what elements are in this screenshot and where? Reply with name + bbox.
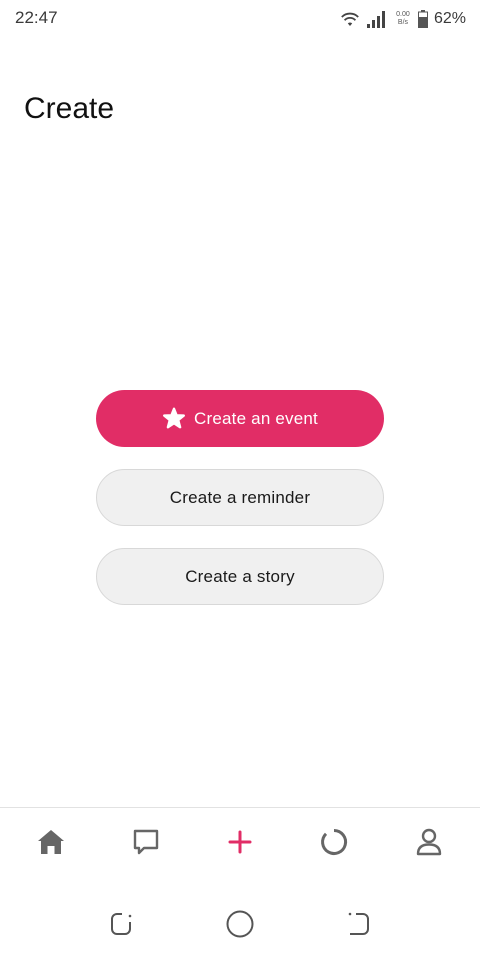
nav-home[interactable] (21, 815, 81, 875)
nav-chat[interactable] (116, 815, 176, 875)
system-nav (0, 892, 480, 960)
create-reminder-label: Create a reminder (169, 487, 311, 507)
wifi-icon (340, 11, 360, 27)
back-icon (343, 909, 373, 944)
nav-activity[interactable] (304, 815, 364, 875)
chat-icon (131, 827, 161, 862)
create-event-label: Create an event (194, 408, 318, 428)
system-back-button[interactable] (338, 906, 378, 946)
create-actions: Create an event Create a reminder Create… (96, 390, 384, 627)
battery-percent: 62% (433, 10, 466, 27)
net-speed: 0.00 B/s (394, 11, 412, 27)
status-bar: 22:47 0.00 B/s 62% (0, 0, 480, 38)
system-recents-button[interactable] (102, 906, 142, 946)
nav-create[interactable] (210, 815, 270, 875)
star-icon (162, 407, 186, 431)
status-time: 22:47 (15, 8, 58, 27)
nav-profile[interactable] (399, 815, 459, 875)
recents-icon (107, 909, 137, 944)
bottom-nav (0, 807, 480, 887)
system-home-button[interactable] (220, 906, 260, 946)
create-story-label: Create a story (185, 566, 295, 586)
profile-icon (415, 827, 443, 862)
net-speed-unit: B/s (397, 19, 409, 26)
create-screen: 22:47 0.00 B/s 62% Create Create an even… (0, 0, 480, 960)
circle-progress-icon (319, 827, 349, 862)
signal-icon (366, 10, 388, 28)
create-reminder-button[interactable]: Create a reminder (96, 469, 384, 526)
battery-icon (417, 10, 428, 28)
status-icons: 0.00 B/s 62% (340, 6, 466, 32)
create-event-button[interactable]: Create an event (96, 390, 384, 447)
net-speed-value: 0.00 (396, 11, 410, 18)
plus-icon (227, 829, 253, 860)
home-icon (36, 828, 66, 861)
create-story-button[interactable]: Create a story (96, 548, 384, 605)
page-title: Create (24, 92, 115, 125)
home-circle-icon (225, 909, 255, 944)
